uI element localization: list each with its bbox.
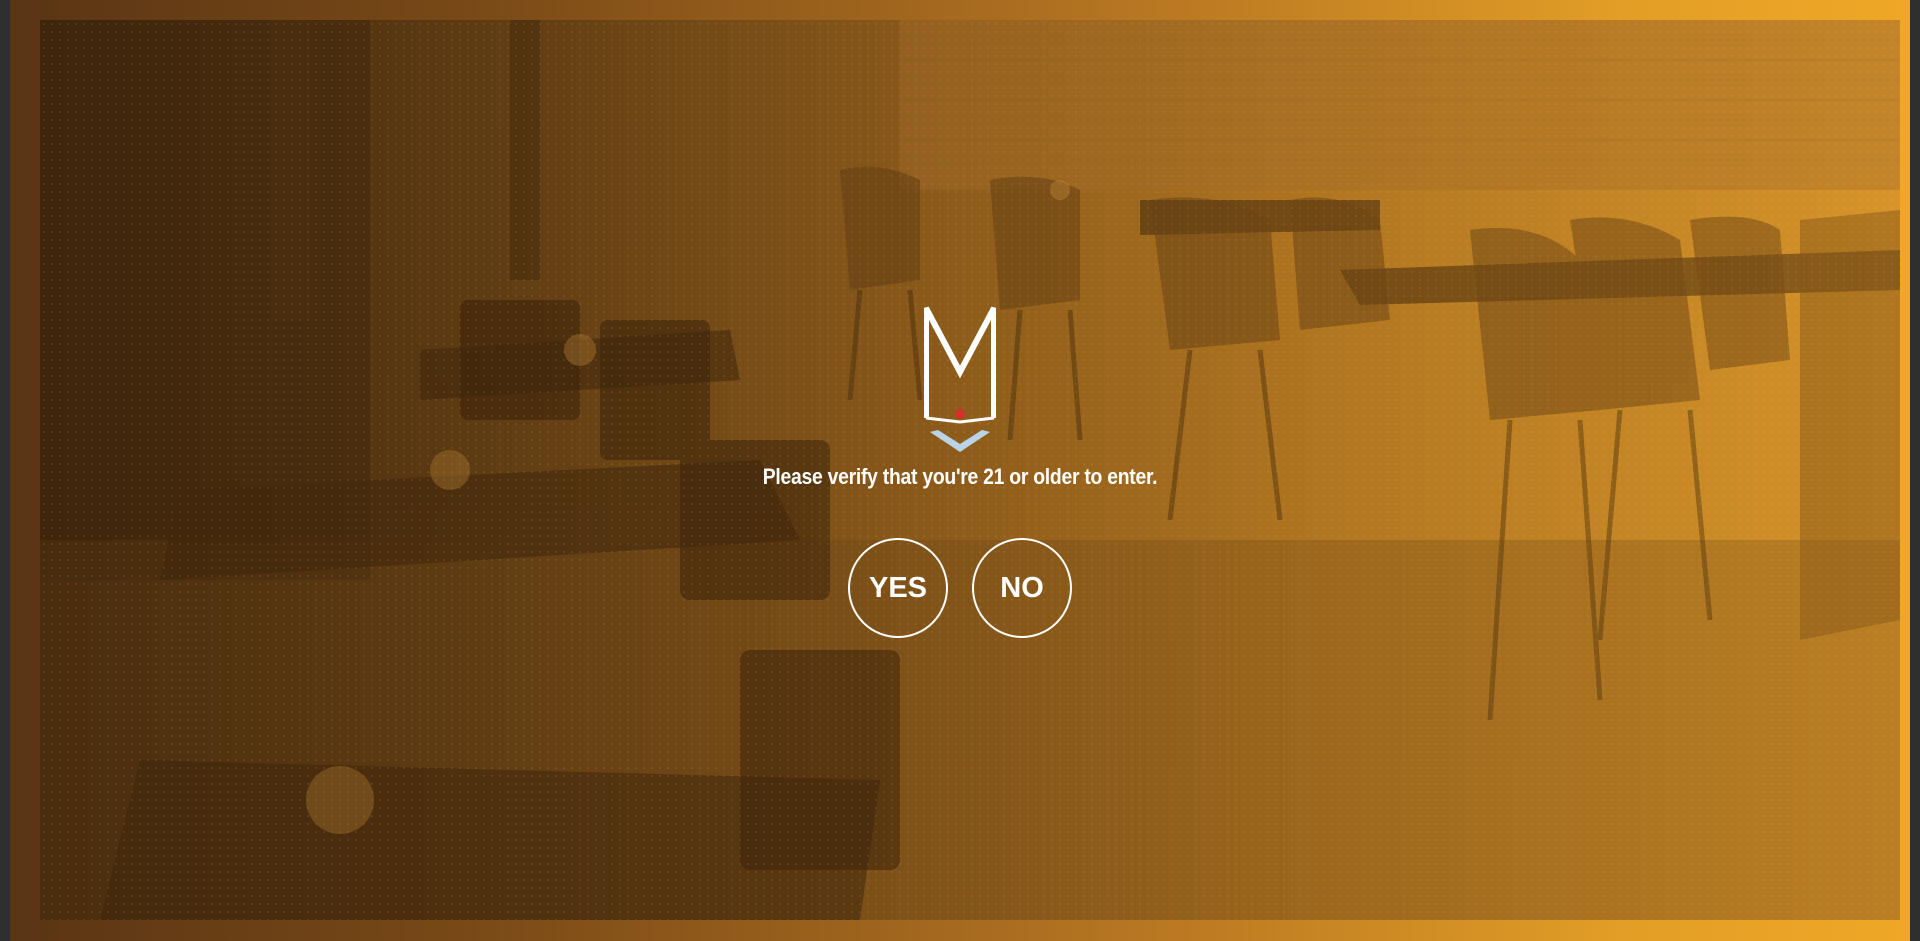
yes-button[interactable]: YES bbox=[848, 538, 948, 638]
no-button[interactable]: NO bbox=[972, 538, 1072, 638]
age-gate-modal: Please verify that you're 21 or older to… bbox=[0, 0, 1920, 941]
m-monogram-logo-icon bbox=[924, 306, 996, 452]
age-verification-page: Please verify that you're 21 or older to… bbox=[0, 0, 1920, 941]
age-verification-prompt: Please verify that you're 21 or older to… bbox=[762, 464, 1158, 489]
